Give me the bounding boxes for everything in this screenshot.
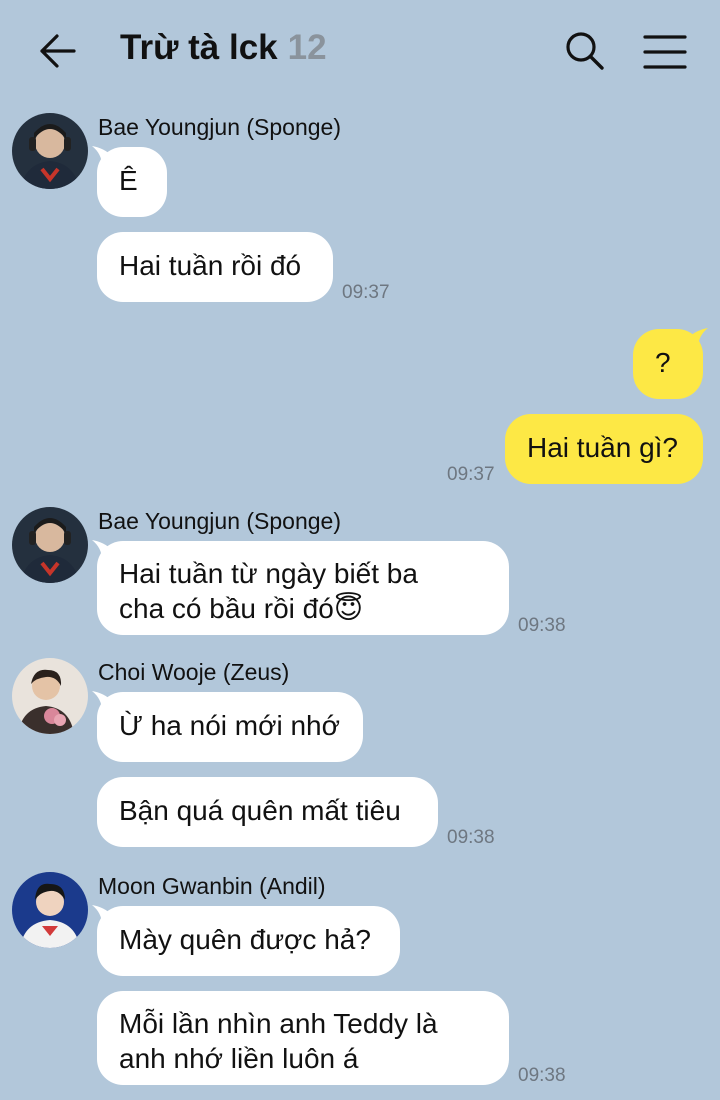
message-timestamp: 09:38 <box>447 827 495 848</box>
sender-name: Bae Youngjun (Sponge) <box>98 508 341 534</box>
message-bubble[interactable]: Ừ ha nói mới nhớ <box>97 692 363 762</box>
message-bubble[interactable]: Mỗi lần nhìn anh Teddy là anh nhớ liền l… <box>97 991 509 1085</box>
search-icon <box>566 32 604 70</box>
chat-header: Trừ tà lck 12 <box>0 0 720 100</box>
sender-name: Bae Youngjun (Sponge) <box>98 114 341 140</box>
sender-name: Moon Gwanbin (Andil) <box>98 873 326 899</box>
hamburger-menu-icon <box>643 35 687 69</box>
message-bubble[interactable]: Hai tuần từ ngày biết ba cha có bầu rồi … <box>97 541 509 635</box>
message-timestamp: 09:37 <box>342 282 390 303</box>
message-line: Mỗi lần nhìn anh Teddy là <box>119 1008 438 1039</box>
avatar-andil[interactable] <box>12 872 88 948</box>
search-button[interactable] <box>562 28 608 74</box>
message-bubble[interactable]: Hai tuần rồi đó <box>97 232 333 302</box>
message-line: cha có bầu rồi đó😇 <box>119 593 364 624</box>
message-bubble[interactable]: Hai tuần gì? <box>505 414 703 484</box>
message-timestamp: 09:38 <box>518 1065 566 1086</box>
arrow-left-icon <box>40 34 76 68</box>
sender-name: Choi Wooje (Zeus) <box>98 659 290 685</box>
chat-name: Trừ tà lck <box>120 28 278 67</box>
message-bubble[interactable]: Bận quá quên mất tiêu <box>97 777 438 847</box>
avatar-sponge[interactable] <box>12 507 88 583</box>
message-line: Hai tuần từ ngày biết ba <box>119 558 418 589</box>
avatar-zeus[interactable] <box>12 658 88 734</box>
avatar-sponge[interactable] <box>12 113 88 189</box>
message-timestamp: 09:38 <box>518 615 566 636</box>
message-timestamp: 09:37 <box>447 464 495 485</box>
message-bubble[interactable]: Mày quên được hả? <box>97 906 400 976</box>
chat-title: Trừ tà lck 12 <box>120 28 327 68</box>
message-bubble[interactable]: ? <box>633 329 703 399</box>
menu-button[interactable] <box>640 30 690 74</box>
message-line: anh nhớ liền luôn á <box>119 1043 359 1074</box>
member-count: 12 <box>287 28 327 67</box>
back-button[interactable] <box>36 30 80 74</box>
message-bubble[interactable]: Ê <box>97 147 167 217</box>
